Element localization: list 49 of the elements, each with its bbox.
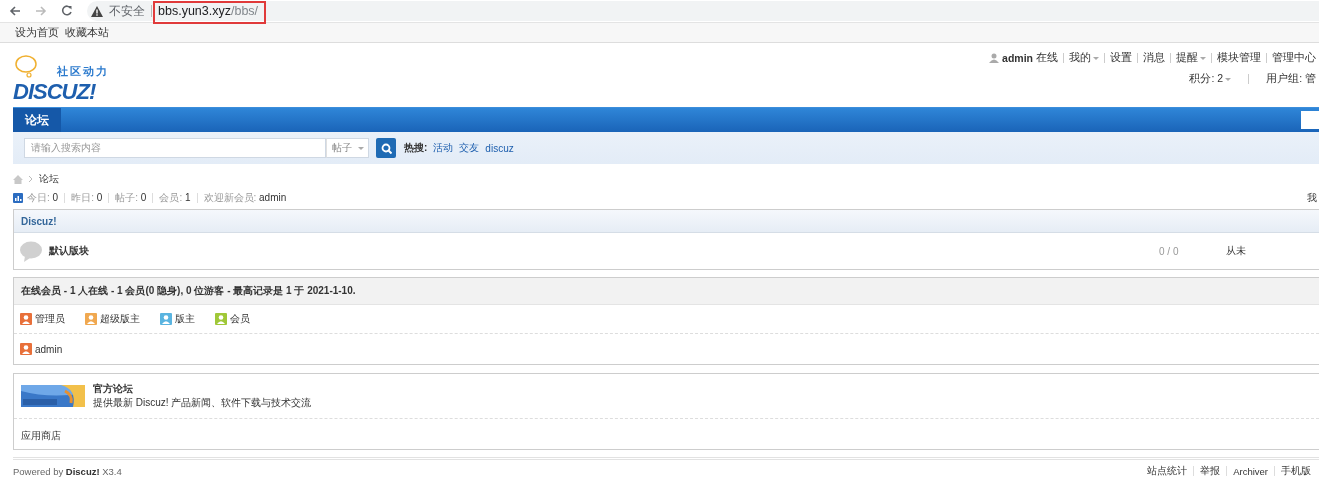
forum-counts: 0 / 0 (1159, 245, 1180, 257)
legend-label: 会员 (230, 312, 250, 326)
user-menu-link[interactable]: 消息 (1143, 51, 1165, 65)
legend-label: 版主 (175, 312, 195, 326)
breadcrumb-link[interactable]: 论坛 (39, 172, 59, 186)
stat-text: 今日: 0 (27, 191, 59, 205)
search-scope-dropdown[interactable]: 帖子 (326, 138, 369, 158)
stat-text: 昨日: 0 (71, 191, 103, 205)
stat-text: 会员: 1 (159, 191, 191, 205)
stat-text: 帖子: 0 (115, 191, 147, 205)
status-label: 在线 (1036, 51, 1058, 65)
stats-link[interactable]: 我 (1307, 191, 1317, 205)
stat-text: 欢迎新会员: admin (203, 191, 287, 205)
url-host: bbs.yun3.xyz (158, 4, 231, 18)
text-link[interactable]: 应用商店 (21, 430, 61, 441)
top-link[interactable]: 设为首页 (15, 25, 59, 40)
user-menu-link[interactable]: 模块管理 (1217, 51, 1261, 65)
hot-search-link[interactable]: 交友 (459, 141, 480, 155)
footer-link[interactable]: Archiver (1233, 465, 1268, 477)
address-bar[interactable]: 不安全 bbs.yun3.xyz/bbs/ (87, 1, 1319, 21)
footer-link[interactable]: 站点统计 (1147, 464, 1188, 478)
url-path: /bbs/ (230, 4, 259, 18)
member-link[interactable]: admin (35, 343, 63, 355)
hot-search-link[interactable]: 活动 (433, 141, 454, 155)
user-menu-link[interactable]: 我的 (1069, 51, 1099, 65)
logo-wordmark[interactable]: DISCUZ! (13, 79, 96, 105)
hot-search-link[interactable]: discuz (485, 142, 514, 154)
user-menu-link[interactable]: 提醒 (1176, 51, 1206, 65)
points-link[interactable]: 积分: 2 (1189, 72, 1232, 86)
category-header[interactable]: Discuz! (14, 210, 1319, 233)
footer-link[interactable]: 手机版 (1281, 464, 1311, 478)
online-summary: 在线会员 - 1 人在线 - 1 会员(0 隐身), 0 位游客 - 最高记录是 1 于 2021-1-10. (14, 278, 1319, 305)
legend-label: 超级版主 (100, 312, 140, 326)
footer-link[interactable]: 举报 (1200, 464, 1221, 478)
last-post-text: 从未 (1226, 244, 1247, 258)
link-title[interactable]: 官方论坛 (93, 382, 312, 396)
forum-link[interactable]: 默认版块 (49, 244, 89, 258)
nav-tab[interactable]: 论坛 (13, 108, 61, 132)
logo-tagline: 社区动力 (57, 64, 109, 79)
powered-by-text: Powered by Discuz! X3.4 (13, 465, 122, 477)
username-link[interactable]: admin (1002, 52, 1033, 64)
hot-search-label: 热搜: (404, 141, 428, 155)
user-menu-link[interactable]: 设置 (1110, 51, 1132, 65)
link-description: 提供最新 Discuz! 产品新闻、软件下载与技术交流 (93, 397, 312, 408)
security-label: 不安全 (109, 2, 145, 20)
user-menu-link[interactable]: 管理中心 (1272, 51, 1316, 65)
top-link[interactable]: 收藏本站 (65, 25, 109, 40)
usergroup-label: 用户组: 管 (1266, 72, 1316, 86)
legend-label: 管理员 (35, 312, 65, 326)
